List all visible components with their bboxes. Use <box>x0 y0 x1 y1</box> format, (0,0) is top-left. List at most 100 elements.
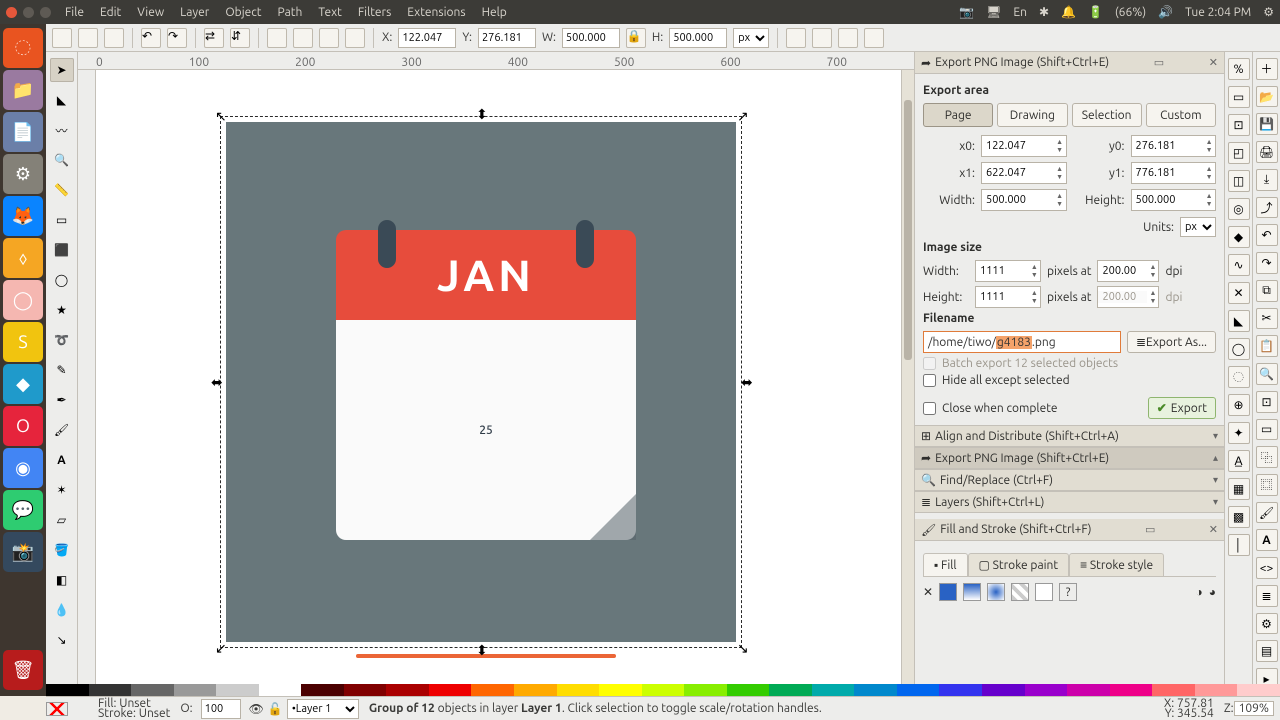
snap-bbox-edge-button[interactable]: ⊡ <box>1228 114 1250 136</box>
menu-view[interactable]: View <box>137 6 164 19</box>
handle-nw[interactable]: ↖ <box>215 111 225 121</box>
trash-icon[interactable]: 🗑 <box>3 650 43 690</box>
dialog-close-icon[interactable]: ✕ <box>1209 56 1218 69</box>
snap-node-button[interactable]: ◆ <box>1228 226 1250 248</box>
paste-button[interactable]: 📋 <box>1256 335 1278 357</box>
text-dialog-button[interactable]: A <box>1256 529 1278 551</box>
preferences-button[interactable]: ⚙ <box>1256 613 1278 635</box>
palette-swatch[interactable] <box>939 684 982 696</box>
undo-button-cmd[interactable]: ↶ <box>1256 224 1278 246</box>
rectangle-tool[interactable]: ▭ <box>50 208 74 232</box>
window-close-button[interactable] <box>6 7 17 18</box>
snap-intersection-button[interactable]: ✕ <box>1228 282 1250 304</box>
handle-w[interactable]: ⬌ <box>211 377 221 387</box>
palette-swatch[interactable] <box>1110 684 1153 696</box>
horizontal-ruler[interactable]: 0100200300400500600700 <box>78 52 914 70</box>
unknown-paint-button[interactable]: ? <box>1059 583 1077 601</box>
x1-input[interactable] <box>982 167 1054 179</box>
snap-bbox-corner-button[interactable]: ◰ <box>1228 142 1250 164</box>
duplicate-button[interactable]: ⿻ <box>1256 446 1278 468</box>
raise-button[interactable] <box>293 28 313 48</box>
open-button[interactable]: 📂 <box>1256 86 1278 108</box>
height-input[interactable] <box>1132 194 1204 206</box>
spray-tool[interactable]: ✶ <box>50 478 74 502</box>
filename-input[interactable]: /home/tiwo/g4183.png <box>923 331 1121 353</box>
pencil-tool[interactable]: ✎ <box>50 358 74 382</box>
star-tool[interactable]: ★ <box>50 298 74 322</box>
menu-extensions[interactable]: Extensions <box>407 6 465 19</box>
paint-bucket-tool[interactable]: 🪣 <box>50 538 74 562</box>
layer-lock-icon[interactable]: 🔓 <box>268 702 283 716</box>
x-input[interactable] <box>398 28 456 48</box>
dpi-w-input[interactable] <box>1098 265 1147 277</box>
eraser-tool[interactable]: ▱ <box>50 508 74 532</box>
fill-stroke-dialog-button[interactable]: 🖌 <box>1256 502 1278 524</box>
y0-input[interactable] <box>1132 140 1204 152</box>
snap-bbox-button[interactable]: ▭ <box>1228 86 1250 108</box>
camera-app-icon[interactable]: 📸 <box>3 532 43 572</box>
lock-aspect-button[interactable]: 🔒 <box>626 28 646 48</box>
dropper-tool[interactable]: 💧 <box>50 598 74 622</box>
palette-swatch[interactable] <box>514 684 557 696</box>
palette-swatch[interactable] <box>897 684 940 696</box>
menu-text[interactable]: Text <box>318 6 342 19</box>
battery-icon[interactable]: 🔋 <box>1088 5 1103 19</box>
files-icon[interactable]: 📁 <box>3 70 43 110</box>
palette-swatch[interactable] <box>174 684 217 696</box>
palette-swatch[interactable] <box>1195 684 1238 696</box>
color-palette[interactable] <box>46 684 1280 696</box>
bezier-tool[interactable]: ✒ <box>50 388 74 412</box>
palette-swatch[interactable] <box>1152 684 1195 696</box>
layers-dialog-button[interactable]: ≣ <box>1256 585 1278 607</box>
dash-icon[interactable]: ◌ <box>3 28 43 68</box>
spiral-tool[interactable]: ➰ <box>50 328 74 352</box>
find-replace-collapsed[interactable]: 🔍Find/Replace (Ctrl+F)▾ <box>915 469 1224 491</box>
layer-visibility-icon[interactable]: 👁 <box>249 702 264 716</box>
affect-gradient-button[interactable] <box>838 28 858 48</box>
palette-swatch[interactable] <box>216 684 259 696</box>
palette-swatch[interactable] <box>1025 684 1068 696</box>
flip-vertical-button[interactable]: ⇵ <box>230 28 250 48</box>
notifications-icon[interactable]: 🔔 <box>1061 5 1076 19</box>
export-area-drawing[interactable]: Drawing <box>997 103 1067 127</box>
h-input[interactable] <box>669 28 727 48</box>
palette-swatch[interactable] <box>386 684 429 696</box>
layer-select[interactable]: •Layer 1 <box>287 699 359 719</box>
keyboard-lang[interactable]: En <box>1013 6 1027 19</box>
radial-gradient-button[interactable] <box>987 583 1005 601</box>
selector-tool[interactable]: ➤ <box>50 58 74 82</box>
bluetooth-icon[interactable]: ✱ <box>1039 5 1049 19</box>
palette-swatch[interactable] <box>301 684 344 696</box>
opacity-input[interactable] <box>201 699 241 719</box>
volume-icon[interactable]: 🔊 <box>1158 5 1173 19</box>
y1-input[interactable] <box>1132 167 1204 179</box>
calligraphy-tool[interactable]: 🖌 <box>50 418 74 442</box>
palette-swatch[interactable] <box>599 684 642 696</box>
no-paint-button[interactable]: ✕ <box>923 585 933 599</box>
fill-stroke-titlebar[interactable]: 🖌 Fill and Stroke (Shift+Ctrl+F) ▭ ✕ <box>915 519 1224 541</box>
raise-top-button[interactable] <box>267 28 287 48</box>
export-as-button[interactable]: ≣ Export As... <box>1127 331 1216 353</box>
menu-filters[interactable]: Filters <box>358 6 391 19</box>
window-maximize-button[interactable] <box>40 7 51 18</box>
clock[interactable]: Tue 2:04 PM <box>1185 6 1251 19</box>
palette-swatch[interactable] <box>982 684 1025 696</box>
zoom-tool[interactable]: 🔍 <box>50 148 74 172</box>
screen-icon[interactable]: 🖥 <box>986 5 1001 19</box>
snap-path-button[interactable]: ∿ <box>1228 254 1250 276</box>
snap-cusp-button[interactable]: ◣ <box>1228 310 1250 332</box>
dialog-close-icon[interactable]: ✕ <box>1209 523 1218 536</box>
menu-help[interactable]: Help <box>482 6 507 19</box>
ellipse-tool[interactable]: ◯ <box>50 268 74 292</box>
connector-tool[interactable]: ↘ <box>50 628 74 652</box>
w-input[interactable] <box>562 28 620 48</box>
app-icon[interactable]: ◯ <box>3 280 43 320</box>
deselect-button[interactable] <box>104 28 124 48</box>
measure-tool[interactable]: 📏 <box>50 178 74 202</box>
menu-layer[interactable]: Layer <box>180 6 209 19</box>
menu-object[interactable]: Object <box>225 6 261 19</box>
handle-sw[interactable]: ↙ <box>215 643 225 653</box>
document-icon[interactable]: 📄 <box>3 112 43 152</box>
camera-indicator-icon[interactable]: 📷 <box>959 5 974 19</box>
clone-button[interactable]: ⿴ <box>1256 474 1278 496</box>
